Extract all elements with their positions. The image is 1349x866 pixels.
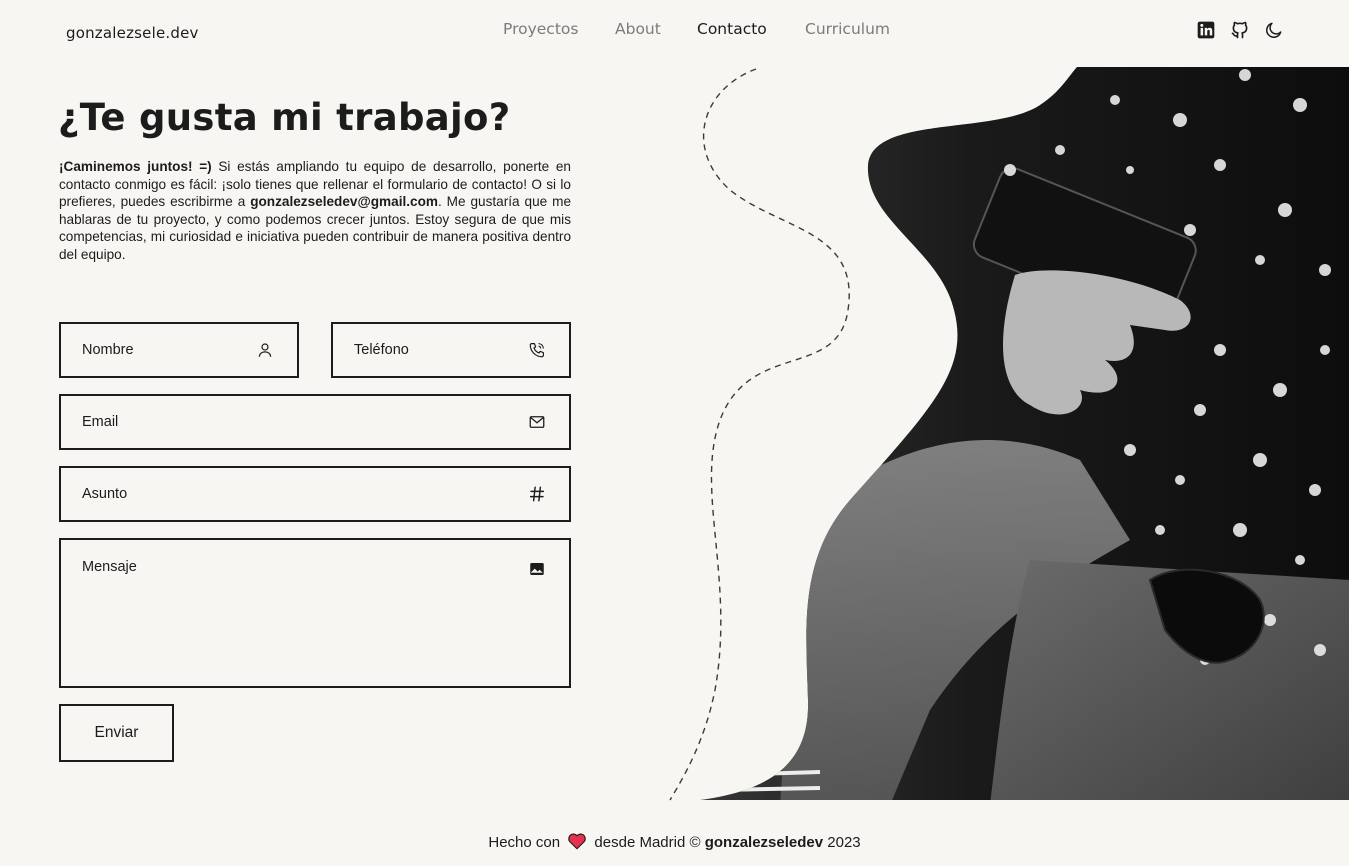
footer-prefix: Hecho con bbox=[488, 834, 561, 851]
footer: Hecho con desde Madrid © gonzalezseledev… bbox=[0, 832, 1349, 854]
nav-proyectos[interactable]: Proyectos bbox=[503, 20, 578, 38]
intro-bold: ¡Caminemos juntos! =) bbox=[59, 159, 212, 174]
email-field[interactable]: Email bbox=[59, 394, 571, 450]
mail-icon bbox=[527, 412, 547, 432]
mensaje-label: Mensaje bbox=[82, 559, 137, 575]
nombre-label: Nombre bbox=[82, 342, 134, 358]
nav-contacto[interactable]: Contacto bbox=[697, 20, 767, 38]
hashtag-icon bbox=[527, 484, 547, 504]
page-title: ¿Te gusta mi trabajo? bbox=[58, 96, 511, 139]
intro-paragraph: ¡Caminemos juntos! =) Si estás ampliando… bbox=[59, 158, 571, 264]
message-image-icon bbox=[527, 559, 547, 579]
user-icon bbox=[255, 340, 275, 360]
enviar-button[interactable]: Enviar bbox=[59, 704, 174, 762]
telefono-field[interactable]: Teléfono bbox=[331, 322, 571, 378]
mensaje-field[interactable]: Mensaje bbox=[59, 538, 571, 688]
linkedin-icon[interactable] bbox=[1195, 19, 1217, 41]
main-nav: Proyectos About Contacto Curriculum bbox=[0, 20, 1349, 40]
header-icons bbox=[1195, 19, 1285, 41]
contact-email-link[interactable]: gonzalezseledev@gmail.com bbox=[250, 194, 438, 209]
phone-icon bbox=[527, 340, 547, 360]
nombre-field[interactable]: Nombre bbox=[59, 322, 299, 378]
moon-icon[interactable] bbox=[1263, 19, 1285, 41]
nav-about[interactable]: About bbox=[615, 20, 661, 38]
nav-curriculum[interactable]: Curriculum bbox=[805, 20, 890, 38]
footer-year: 2023 bbox=[827, 834, 861, 851]
github-icon[interactable] bbox=[1229, 19, 1251, 41]
decorative-photo bbox=[669, 67, 1349, 801]
asunto-field[interactable]: Asunto bbox=[59, 466, 571, 522]
email-label: Email bbox=[82, 414, 119, 430]
asunto-label: Asunto bbox=[82, 486, 128, 502]
telefono-label: Teléfono bbox=[354, 342, 409, 358]
heart-icon bbox=[567, 832, 587, 854]
footer-middle: desde Madrid © bbox=[594, 834, 701, 851]
footer-brand: gonzalezseledev bbox=[704, 834, 824, 851]
